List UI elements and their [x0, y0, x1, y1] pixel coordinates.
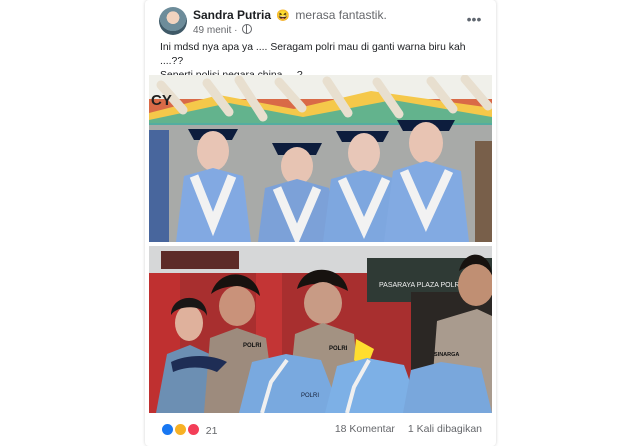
feeling-text: merasa fantastik.	[295, 8, 387, 22]
comment-count[interactable]: 18 Komentar	[335, 423, 395, 435]
post-text-line-1: Ini mdsd nya apa ya .... Seragam polri m…	[160, 42, 466, 67]
public-globe-icon	[242, 24, 253, 34]
reaction-summary[interactable]: 21	[161, 423, 217, 437]
more-options-icon[interactable]: •••	[465, 12, 483, 26]
feeling-emoji-icon: 😆	[276, 10, 291, 22]
author-avatar[interactable]	[159, 7, 187, 35]
police-uniform-photo: PASARAYA PLAZA POLRI POLRI POLRI SINARGA…	[149, 246, 492, 413]
facebook-post-card: Sandra Putria 😆 merasa fantastik. 49 men…	[145, 0, 496, 446]
like-reaction-icon	[161, 423, 174, 436]
name-tag-1: POLRI	[243, 343, 262, 349]
post-meta: 49 menit ·	[193, 24, 253, 36]
name-tag-2: POLRI	[329, 346, 348, 352]
reaction-count[interactable]: 21	[206, 425, 218, 437]
name-tag-4: SINARGA	[434, 352, 459, 358]
post-photo-top[interactable]: CY	[149, 75, 492, 242]
engagement-stats: 18 Komentar 1 Kali dibagikan	[325, 423, 482, 435]
post-photo-bottom[interactable]: PASARAYA PLAZA POLRI POLRI POLRI SINARGA…	[149, 246, 492, 413]
name-tag-3: POLRI	[301, 393, 319, 399]
wow-reaction-icon	[173, 423, 187, 436]
photo-sign: PASARAYA PLAZA POLRI	[379, 282, 462, 289]
police-lineup-photo: CY	[149, 75, 492, 242]
post-header: Sandra Putria 😆 merasa fantastik. 49 men…	[159, 6, 489, 36]
post-time[interactable]: 49 menit	[193, 25, 231, 36]
author-name[interactable]: Sandra Putria	[193, 8, 271, 22]
meta-separator: ·	[234, 25, 241, 36]
author-line: Sandra Putria 😆 merasa fantastik.	[193, 8, 387, 22]
banner-text: CY	[151, 92, 172, 109]
share-count[interactable]: 1 Kali dibagikan	[408, 423, 482, 435]
love-reaction-icon	[186, 423, 200, 436]
